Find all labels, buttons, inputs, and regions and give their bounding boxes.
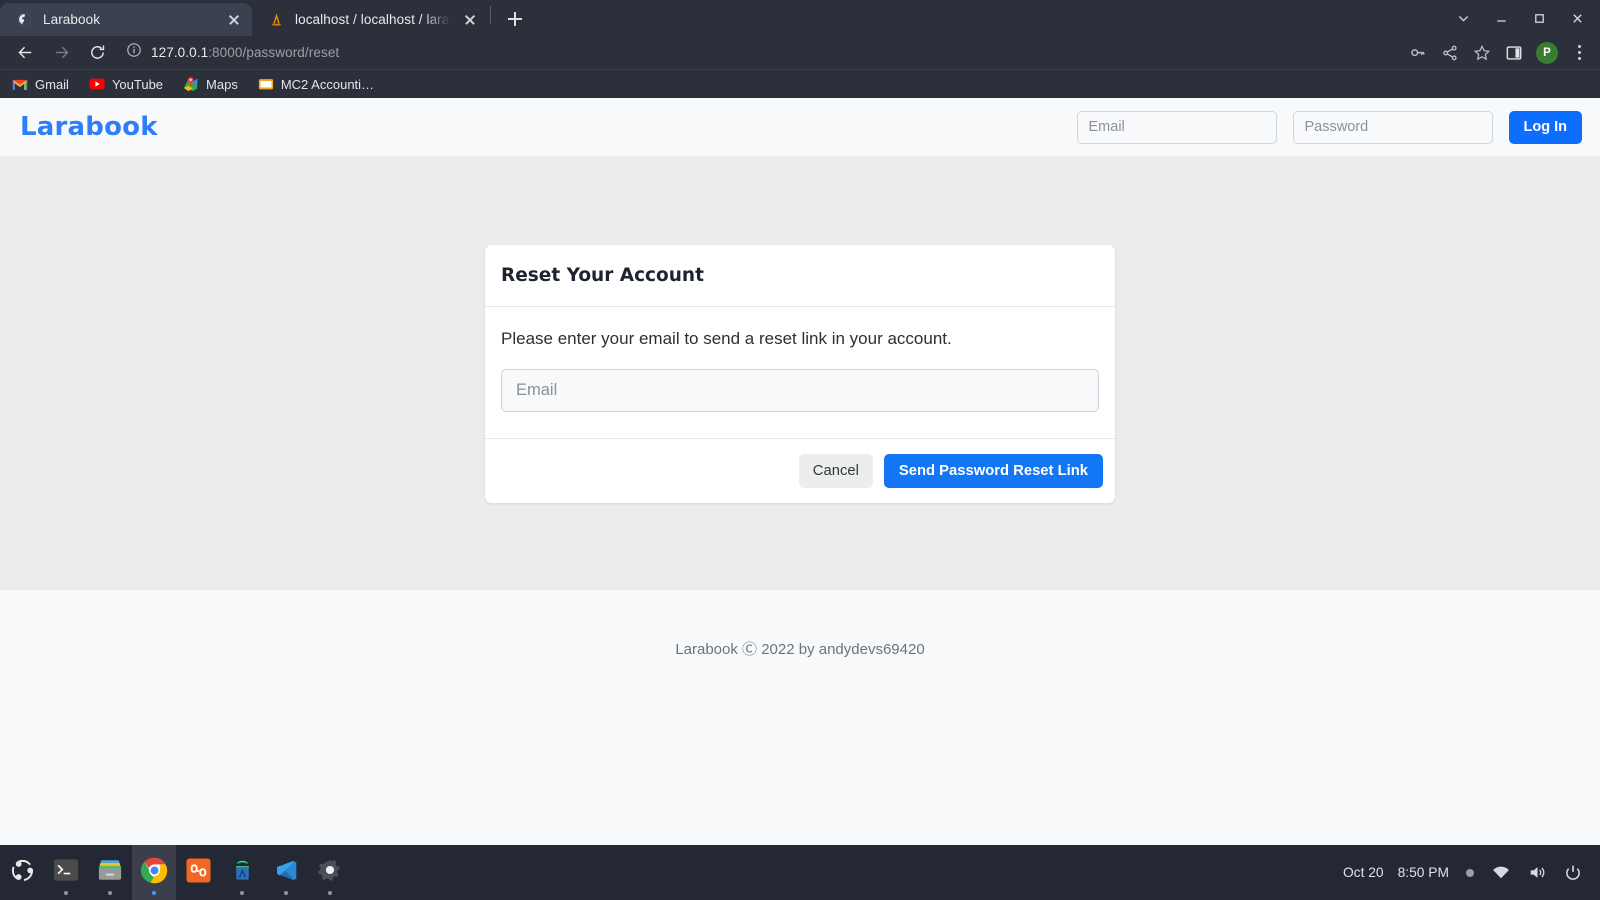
toolbar-actions: P <box>1408 41 1592 64</box>
footer-copyright: Larabook Ⓒ 2022 by andydevs69420 <box>675 641 925 658</box>
bookmark-gmail[interactable]: Gmail <box>12 76 69 92</box>
running-indicator <box>284 891 288 895</box>
taskbar-tray: Oct 20 8:50 PM <box>1343 863 1600 882</box>
address-path: :8000/password/reset <box>208 45 340 60</box>
tab-strip: Larabook localhost / localhost / lara <box>0 0 1600 36</box>
chevron-down-icon[interactable] <box>1446 3 1480 33</box>
browser-window: Larabook localhost / localhost / lara 12… <box>0 0 1600 845</box>
taskbar-apps <box>0 845 352 900</box>
close-icon[interactable] <box>1560 3 1594 33</box>
running-indicator <box>152 891 156 895</box>
tab-title: Larabook <box>43 12 101 27</box>
header-login-form: Log In <box>1076 110 1582 144</box>
header-email-input[interactable] <box>1076 110 1277 144</box>
card-description: Please enter your email to send a reset … <box>501 329 952 348</box>
card-header: Reset Your Account <box>485 245 1115 307</box>
reload-icon[interactable] <box>80 39 114 67</box>
card-body: Please enter your email to send a reset … <box>485 307 1115 439</box>
bookmark-label: MC2 Accounti… <box>280 76 375 92</box>
card-footer: Cancel Send Password Reset Link <box>485 439 1115 503</box>
design-app-icon <box>185 857 211 888</box>
window-controls <box>1446 0 1594 36</box>
notification-dot-icon[interactable] <box>1466 868 1474 877</box>
chrome-icon <box>140 857 168 889</box>
taskbar-date: Oct 20 <box>1342 865 1384 880</box>
tab-title: localhost / localhost / lara <box>295 12 450 27</box>
maps-icon <box>183 76 199 92</box>
browser-tab-larabook[interactable]: Larabook <box>0 3 252 36</box>
header-password-input[interactable] <box>1292 110 1493 144</box>
log-in-button[interactable]: Log In <box>1508 110 1582 144</box>
address-host: 127.0.0.1 <box>151 45 209 60</box>
side-panel-icon[interactable] <box>1504 43 1524 63</box>
page-viewport: Larabook Log In Reset Your Account Pleas… <box>0 98 1600 845</box>
phpmyadmin-icon <box>268 11 285 28</box>
taskbar-android-studio[interactable] <box>220 845 264 900</box>
gmail-icon <box>12 76 28 92</box>
terminal-icon <box>53 858 79 887</box>
forward-icon <box>44 39 78 67</box>
taskbar-files[interactable] <box>88 845 132 900</box>
page-body: Reset Your Account Please enter your ema… <box>0 156 1600 590</box>
running-indicator <box>64 891 68 895</box>
tab-separator <box>490 6 491 24</box>
taskbar-vscode[interactable] <box>264 845 308 900</box>
taskbar-terminal[interactable] <box>44 845 88 900</box>
key-icon[interactable] <box>1408 43 1428 63</box>
browser-toolbar: 127.0.0.1:8000/password/reset P <box>0 36 1600 70</box>
files-icon <box>97 858 123 887</box>
folder-icon <box>258 76 274 92</box>
profile-avatar[interactable]: P <box>1536 41 1558 64</box>
info-circle-icon[interactable] <box>126 42 142 63</box>
screen: Larabook localhost / localhost / lara 12… <box>0 0 1600 900</box>
star-icon[interactable] <box>1472 43 1492 63</box>
volume-icon[interactable] <box>1527 863 1546 882</box>
taskbar-settings[interactable] <box>308 845 352 900</box>
bookmark-label: Gmail <box>35 76 69 92</box>
new-tab-button[interactable] <box>501 5 529 33</box>
maximize-icon[interactable] <box>1522 3 1556 33</box>
taskbar-chrome[interactable] <box>132 845 176 900</box>
share-icon[interactable] <box>1440 43 1460 63</box>
youtube-icon <box>89 76 105 92</box>
address-bar[interactable]: 127.0.0.1:8000/password/reset <box>126 40 1406 66</box>
running-indicator <box>108 891 112 895</box>
bookmark-youtube[interactable]: YouTube <box>89 76 163 92</box>
site-footer: Larabook Ⓒ 2022 by andydevs69420 <box>0 590 1600 845</box>
browser-tab-phpmyadmin[interactable]: localhost / localhost / lara <box>252 3 488 36</box>
taskbar-ubuntu-dash[interactable] <box>0 845 44 900</box>
tab-close-icon[interactable] <box>226 12 242 28</box>
ubuntu-dash-icon <box>10 858 35 888</box>
send-password-reset-link-button[interactable]: Send Password Reset Link <box>883 454 1103 488</box>
bookmark-maps[interactable]: Maps <box>183 76 238 92</box>
card-title: Reset Your Account <box>501 265 704 286</box>
bookmark-label: YouTube <box>111 76 164 92</box>
three-dots-icon[interactable] <box>1570 43 1588 63</box>
globe-icon <box>16 11 33 28</box>
bookmark-mc2-accounting[interactable]: MC2 Accounti… <box>258 76 374 92</box>
address-bar-text: 127.0.0.1:8000/password/reset <box>151 45 339 60</box>
site-header: Larabook Log In <box>0 98 1600 156</box>
taskbar-clock[interactable]: Oct 20 8:50 PM <box>1343 865 1449 880</box>
back-icon[interactable] <box>8 39 42 67</box>
android-studio-icon <box>230 858 255 888</box>
cancel-button[interactable]: Cancel <box>798 454 873 488</box>
taskbar-design-app[interactable] <box>176 845 220 900</box>
bookmarks-bar: Gmail YouTube Maps MC2 Accounti… <box>0 70 1600 98</box>
reset-email-input[interactable] <box>501 369 1099 412</box>
minimize-icon[interactable] <box>1484 3 1518 33</box>
taskbar-time: 8:50 PM <box>1397 865 1449 880</box>
settings-icon <box>318 858 342 887</box>
reset-account-card: Reset Your Account Please enter your ema… <box>485 245 1115 503</box>
vscode-icon <box>274 858 299 888</box>
power-icon[interactable] <box>1563 863 1582 882</box>
bookmark-label: Maps <box>206 76 238 92</box>
taskbar: Oct 20 8:50 PM <box>0 845 1600 900</box>
site-brand[interactable]: Larabook <box>20 112 158 142</box>
running-indicator <box>328 891 332 895</box>
wifi-icon[interactable] <box>1491 863 1510 882</box>
running-indicator <box>240 891 244 895</box>
tab-close-icon[interactable] <box>462 12 478 28</box>
